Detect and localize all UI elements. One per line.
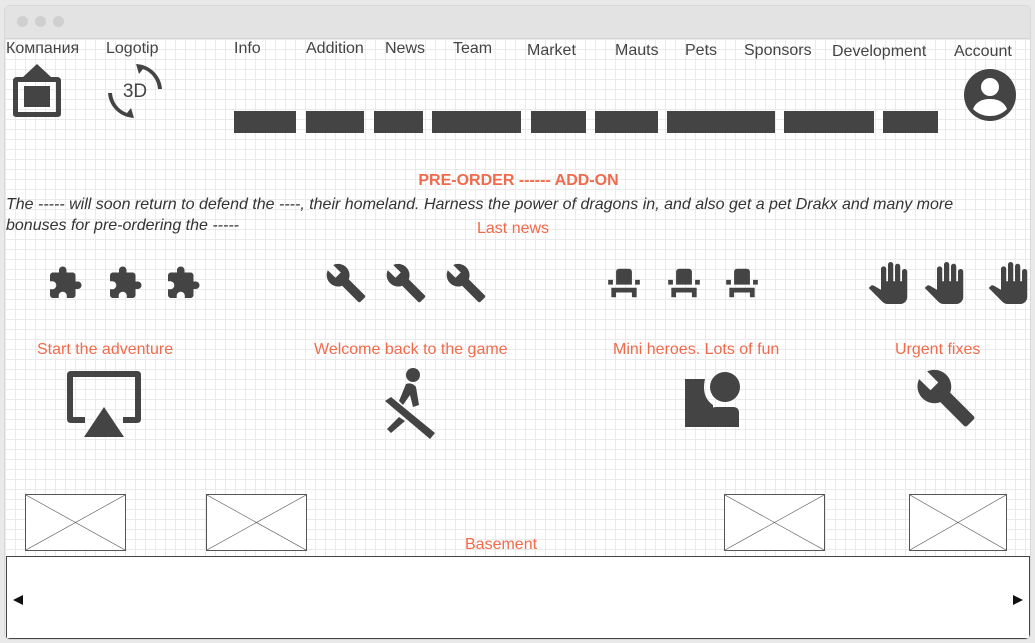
nav-item-market[interactable]: Market [527, 42, 576, 60]
image-placeholder [25, 494, 126, 551]
nav-bar-sponsors[interactable] [784, 111, 874, 133]
account-icon[interactable] [963, 68, 1017, 122]
nav-bar-addition[interactable] [306, 111, 364, 133]
nav-item-pets[interactable]: Pets [685, 42, 717, 60]
window-maximize-dot[interactable] [53, 16, 64, 27]
wrench-icon[interactable] [915, 367, 977, 429]
card-title-urgent-fixes[interactable]: Urgent fixes [895, 341, 980, 359]
nav-item-mauts[interactable]: Mauts [615, 42, 659, 60]
card-title-start-adventure[interactable]: Start the adventure [37, 341, 173, 359]
wrench-icon[interactable] [445, 262, 487, 304]
window-minimize-dot[interactable] [35, 16, 46, 27]
carousel-prev-arrow[interactable] [13, 595, 23, 605]
page-canvas: Компания Logotip 3D Info Addition News T… [5, 39, 1030, 639]
puzzle-icon[interactable] [107, 265, 143, 301]
window-close-dot[interactable] [17, 16, 28, 27]
logotip-label[interactable]: Logotip [106, 40, 159, 58]
card-title-mini-heroes[interactable]: Mini heroes. Lots of fun [613, 341, 779, 359]
image-placeholder [206, 494, 307, 551]
image-placeholder [724, 494, 825, 551]
company-label[interactable]: Компания [6, 40, 79, 58]
hand-icon[interactable] [923, 261, 965, 305]
wrench-icon[interactable] [385, 262, 427, 304]
nav-bar-team[interactable] [432, 111, 521, 133]
nav-item-team[interactable]: Team [453, 40, 492, 58]
nav-bar-info[interactable] [234, 111, 296, 133]
seat-icon[interactable] [665, 264, 703, 302]
home-icon[interactable] [11, 62, 63, 118]
nav-bar-development[interactable] [883, 111, 938, 133]
news-section-title: Last news [477, 220, 550, 237]
rowing-icon[interactable] [379, 365, 437, 441]
footer-carousel [6, 556, 1030, 639]
browser-window: Компания Logotip 3D Info Addition News T… [4, 5, 1031, 640]
seat-icon[interactable] [723, 264, 761, 302]
nav-item-development[interactable]: Development [832, 43, 926, 61]
3d-rotation-icon[interactable]: 3D [105, 61, 165, 121]
airplay-icon[interactable] [65, 369, 143, 439]
hand-icon[interactable] [987, 261, 1029, 305]
nav-item-sponsors[interactable]: Sponsors [744, 42, 812, 60]
footer-title: Basement [465, 536, 538, 553]
nav-bar-pets[interactable] [667, 111, 775, 133]
logo-badge-text: 3D [123, 81, 147, 102]
wrench-icon[interactable] [325, 262, 367, 304]
puzzle-icon[interactable] [47, 265, 83, 301]
image-placeholder [909, 494, 1007, 551]
nav-item-addition[interactable]: Addition [306, 40, 364, 58]
account-label[interactable]: Account [954, 43, 1012, 61]
nav-bar-news[interactable] [374, 111, 423, 133]
nav-bar-mauts[interactable] [595, 111, 658, 133]
window-titlebar [5, 6, 1030, 39]
card-title-welcome-back[interactable]: Welcome back to the game [314, 341, 508, 359]
puzzle-icon[interactable] [165, 265, 201, 301]
seat-icon[interactable] [605, 264, 643, 302]
carousel-next-arrow[interactable] [1013, 595, 1023, 605]
nav-item-news[interactable]: News [385, 40, 425, 58]
shapes-person-icon[interactable] [683, 369, 741, 429]
hand-icon[interactable] [867, 261, 909, 305]
nav-item-info[interactable]: Info [234, 40, 261, 58]
promo-headline: PRE-ORDER ------ ADD-ON [418, 172, 619, 189]
nav-bar-market[interactable] [531, 111, 586, 133]
